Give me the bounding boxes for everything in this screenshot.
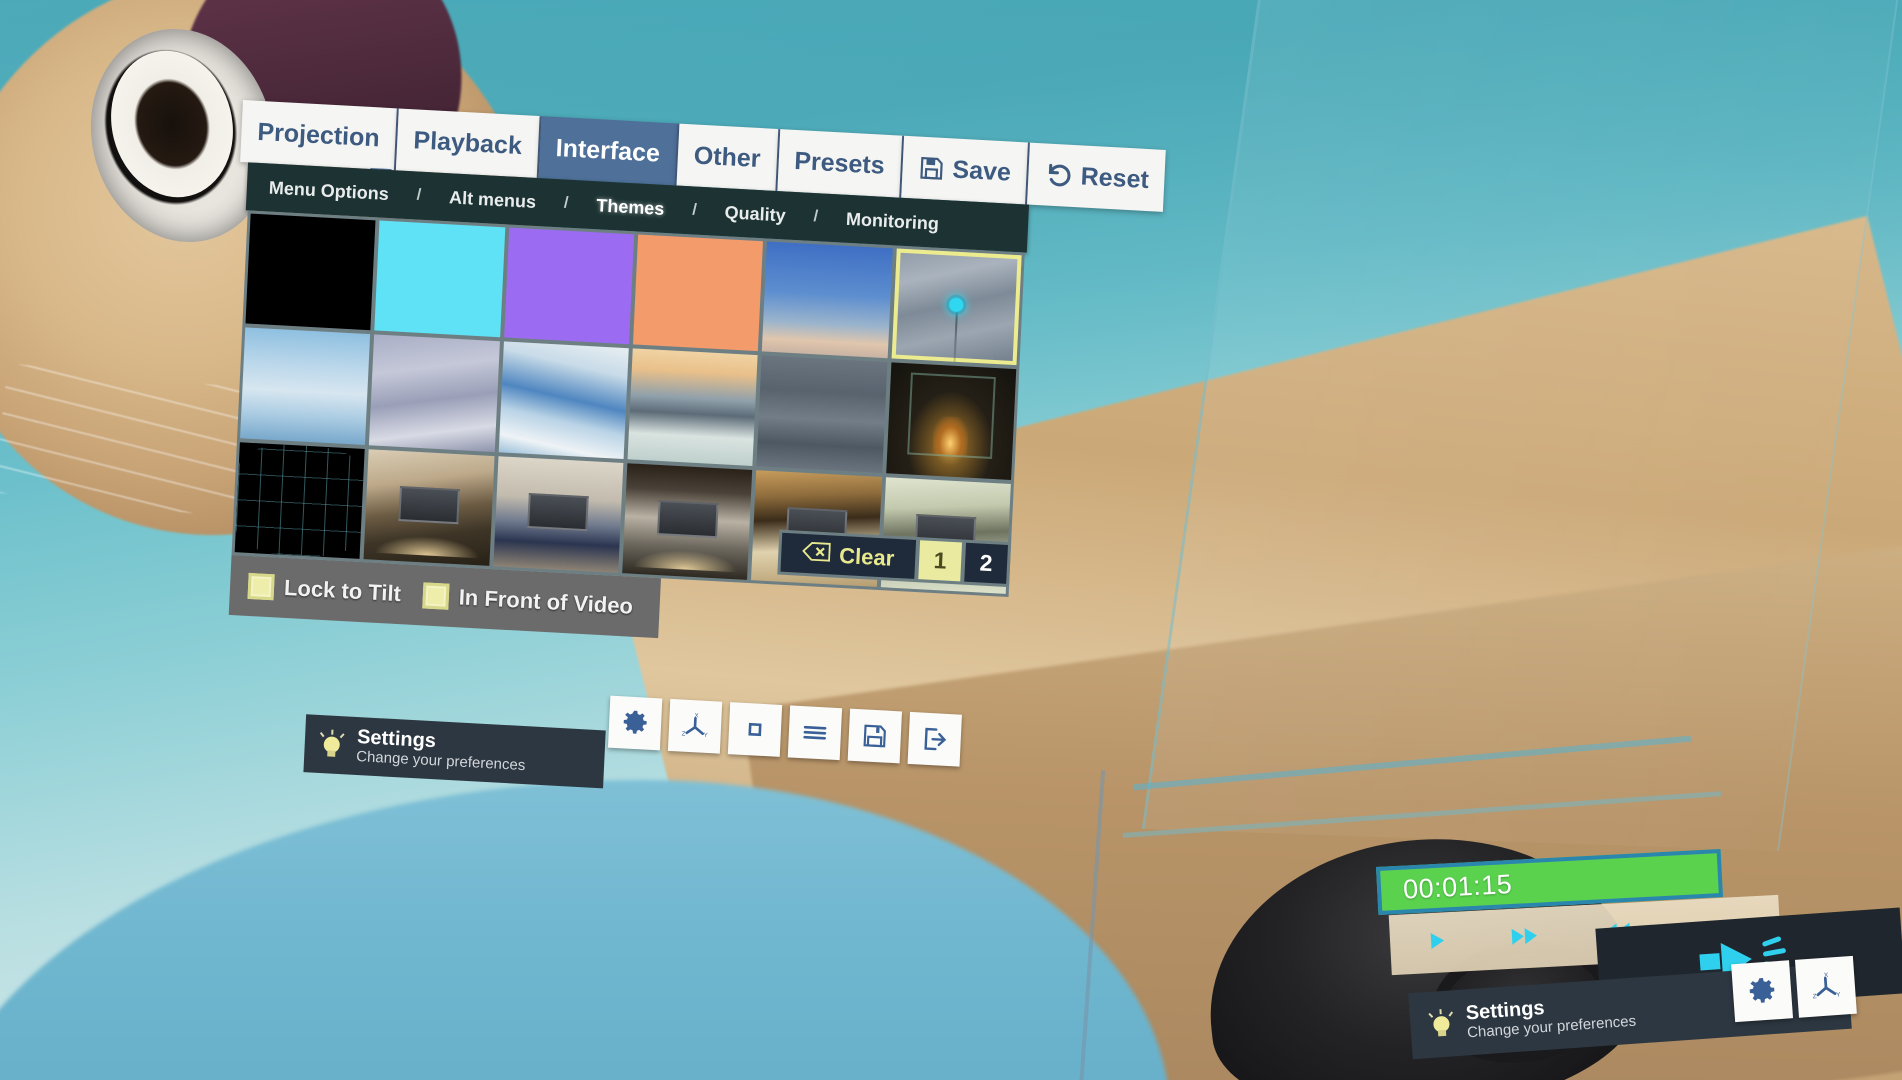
- subnav-item-quality[interactable]: Quality: [718, 201, 792, 226]
- room-glow-art: [374, 533, 481, 559]
- svg-text:Y: Y: [703, 733, 707, 739]
- theme-thumbnail[interactable]: [234, 441, 366, 559]
- checkbox-lock-to-tilt-label: Lock to Tilt: [283, 574, 402, 607]
- tab-presets-label: Presets: [793, 146, 886, 180]
- playback-timer: 00:01:15: [1402, 868, 1513, 905]
- clear-button-label: Clear: [838, 542, 895, 571]
- theme-thumbnail[interactable]: [498, 341, 629, 459]
- lightbulb-icon: [318, 729, 345, 760]
- hamburger-menu-icon: [800, 720, 829, 745]
- theme-thumbnail[interactable]: [374, 220, 505, 338]
- hud-gear-button[interactable]: [1731, 960, 1794, 1023]
- play-icon: [1426, 929, 1449, 957]
- checkbox-lock-to-tilt[interactable]: Lock to Tilt: [247, 572, 402, 607]
- tab-interface-label: Interface: [555, 133, 661, 168]
- menu-button[interactable]: [787, 705, 843, 761]
- theme-thumbnail[interactable]: [503, 227, 635, 345]
- laser-pointer-line: [953, 304, 959, 366]
- tab-other[interactable]: Other: [676, 123, 780, 191]
- theme-thumbnail[interactable]: [240, 327, 371, 445]
- theme-thumbnail[interactable]: [627, 348, 758, 466]
- tab-projection-label: Projection: [256, 117, 381, 152]
- hud-icon-toolbar: X Y Z: [1731, 955, 1857, 1023]
- laser-pointer-cursor: [949, 297, 964, 313]
- subnav-item-menu-options[interactable]: Menu Options: [262, 177, 395, 205]
- gear-icon: [620, 708, 649, 737]
- theme-thumbnail[interactable]: [762, 241, 893, 359]
- subnav-item-themes[interactable]: Themes: [590, 194, 671, 219]
- tab-save-label: Save: [951, 154, 1012, 187]
- room-screen-art: [398, 485, 460, 525]
- tab-interface[interactable]: Interface: [538, 116, 680, 186]
- page-button-1[interactable]: 1: [918, 540, 963, 582]
- square-stop-icon: [742, 717, 767, 742]
- checkbox-box[interactable]: [422, 582, 450, 610]
- tab-other-label: Other: [693, 140, 762, 173]
- lightbulb-icon: [1427, 1008, 1455, 1040]
- subnav-separator: /: [416, 186, 422, 204]
- subnav-item-monitoring[interactable]: Monitoring: [840, 208, 946, 235]
- subnav-separator: /: [813, 208, 819, 226]
- room-screen-art: [527, 492, 590, 532]
- tab-projection[interactable]: Projection: [240, 100, 400, 171]
- page-button-2[interactable]: 2: [964, 542, 1008, 584]
- subnav-separator: /: [563, 194, 569, 212]
- theme-thumbnail[interactable]: [363, 448, 495, 566]
- save-button[interactable]: [847, 708, 903, 764]
- theme-thumbnail[interactable]: [369, 334, 500, 452]
- background-glass-panel: [1141, 0, 1902, 851]
- axes-button[interactable]: X Y Z: [667, 698, 723, 754]
- undo-arrow-icon: [1044, 160, 1073, 189]
- room-screen-art: [656, 499, 719, 539]
- gear-icon: [1746, 975, 1778, 1007]
- subnav-item-alt-menus[interactable]: Alt menus: [443, 186, 543, 212]
- tab-playback[interactable]: Playback: [396, 108, 542, 179]
- bottom-icon-toolbar: X Y Z: [607, 695, 962, 767]
- theme-thumbnail[interactable]: [622, 462, 753, 580]
- floppy-disk-icon: [918, 155, 945, 182]
- room-glow-art: [632, 547, 739, 573]
- svg-text:X: X: [1824, 972, 1829, 979]
- fast-forward-button[interactable]: [1509, 924, 1540, 953]
- svg-text:X: X: [694, 713, 698, 719]
- theme-thumbnail[interactable]: [632, 234, 764, 352]
- svg-text:Y: Y: [1836, 991, 1841, 998]
- tab-save[interactable]: Save: [901, 135, 1031, 205]
- xyz-axes-icon: X Y Z: [679, 710, 710, 742]
- theme-thumbnail[interactable]: [885, 362, 1017, 480]
- fast-forward-icon: [1509, 924, 1540, 953]
- svg-text:Z: Z: [682, 732, 686, 738]
- stop-button[interactable]: [727, 702, 783, 757]
- svg-text:Z: Z: [1812, 993, 1816, 1000]
- theme-thumbnail[interactable]: [493, 455, 624, 573]
- wireframe-grid-art: [234, 441, 366, 559]
- xyz-axes-icon: X Y Z: [1809, 970, 1843, 1004]
- gear-button[interactable]: [607, 695, 663, 751]
- tab-presets[interactable]: Presets: [776, 129, 905, 198]
- floppy-disk-icon: [861, 722, 888, 749]
- checkbox-box[interactable]: [247, 572, 275, 601]
- tab-reset-label: Reset: [1080, 161, 1150, 194]
- tab-reset[interactable]: Reset: [1027, 142, 1167, 212]
- exit-button[interactable]: [907, 711, 962, 767]
- fireplace-glow: [931, 415, 969, 456]
- subnav-separator: /: [691, 201, 698, 219]
- clear-button[interactable]: Clear: [780, 532, 917, 579]
- checkbox-in-front-of-video[interactable]: In Front of Video: [422, 582, 634, 619]
- backspace-icon: [802, 540, 831, 567]
- hud-axes-button[interactable]: X Y Z: [1794, 955, 1857, 1018]
- vr-screenshot-stage: Projection Playback Interface Other Pres…: [0, 0, 1902, 1080]
- checkbox-in-front-of-video-label: In Front of Video: [458, 584, 634, 619]
- settings-panel: Projection Playback Interface Other Pres…: [213, 100, 1167, 789]
- theme-thumbnail[interactable]: [756, 355, 888, 473]
- play-button[interactable]: [1426, 929, 1449, 957]
- tab-playback-label: Playback: [412, 125, 523, 160]
- theme-thumbnail-selected[interactable]: [891, 248, 1022, 366]
- exit-arrow-icon: [921, 726, 948, 753]
- theme-thumbnail[interactable]: [245, 213, 376, 331]
